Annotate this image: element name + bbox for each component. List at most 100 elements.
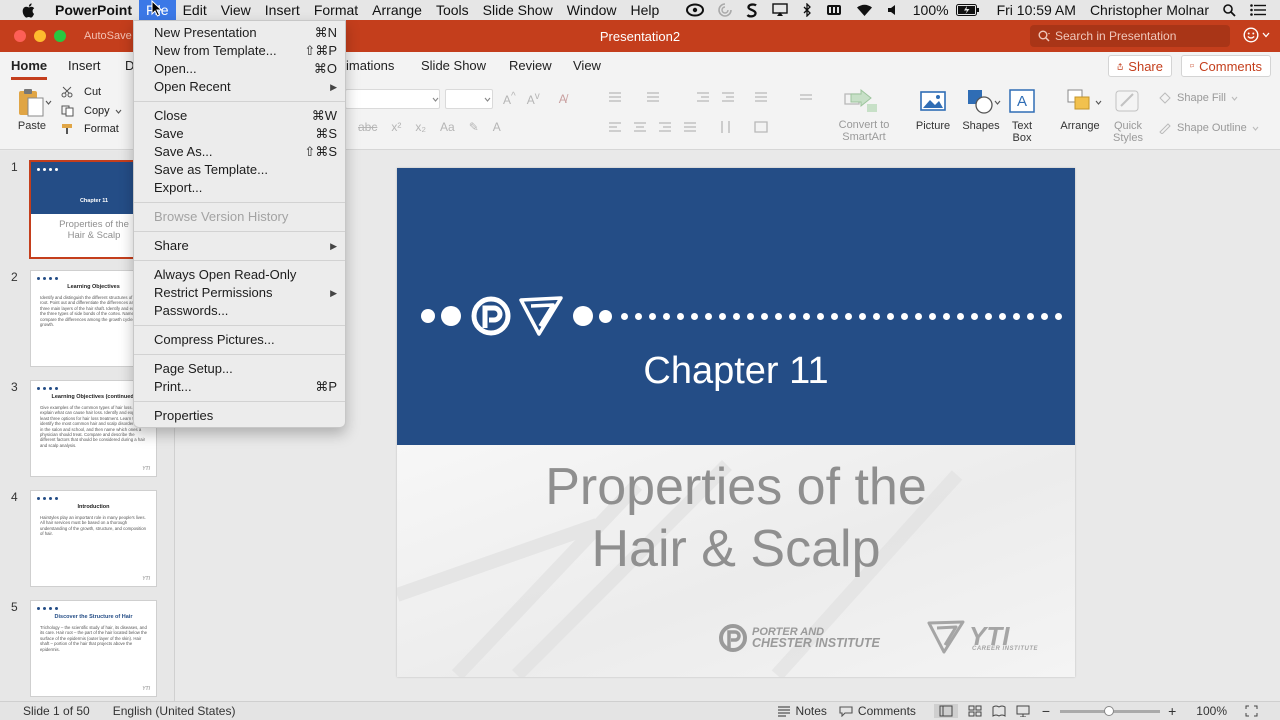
menu-passwords[interactable]: Passwords... (134, 302, 345, 320)
menu-compress-pictures[interactable]: Compress Pictures... (134, 331, 345, 349)
shape-outline-button[interactable]: Shape Outline (1158, 122, 1259, 134)
battery-percent[interactable]: 100% (906, 0, 956, 20)
autosave-label[interactable]: AutoSave (84, 30, 132, 42)
zoom-slider[interactable] (1060, 705, 1161, 716)
menu-page-setup[interactable]: Page Setup... (134, 360, 345, 378)
menu-properties[interactable]: Properties (134, 407, 345, 425)
wifi-icon[interactable] (849, 0, 880, 20)
arrange-button[interactable]: Arrange (1058, 88, 1102, 132)
zoom-window-button[interactable] (54, 30, 66, 42)
menu-restrict-permissions[interactable]: Restrict Permissions ▶ (134, 284, 345, 302)
search-input[interactable] (1055, 29, 1215, 43)
apple-icon[interactable] (18, 2, 38, 18)
menubar-view[interactable]: View (214, 0, 258, 20)
slide-chapter-text[interactable]: Chapter 11 (397, 350, 1075, 393)
menu-item-label: Passwords... (154, 303, 229, 318)
picture-button[interactable]: Picture (914, 88, 952, 132)
tab-slide-show[interactable]: Slide Show (421, 58, 486, 80)
share-button[interactable]: Share (1108, 55, 1172, 77)
menu-new-presentation[interactable]: New Presentation ⌘N (134, 24, 345, 42)
menubar-arrange[interactable]: Arrange (365, 0, 429, 20)
slideshow-view-button[interactable] (1016, 705, 1030, 717)
notes-button[interactable]: Notes (777, 704, 827, 718)
current-slide[interactable]: Chapter 11 Properties of the Hair & Scal… (397, 168, 1075, 677)
menubar-app-name[interactable]: PowerPoint (48, 0, 139, 20)
text-box-button[interactable]: A Text Box (1005, 88, 1039, 144)
zoom-in-button[interactable]: + (1168, 703, 1176, 719)
menu-always-open-read-only[interactable]: Always Open Read-Only (134, 266, 345, 284)
font-name-combo[interactable] (345, 89, 440, 109)
cut-button[interactable]: Cut (61, 86, 101, 98)
language-indicator[interactable]: English (United States) (113, 704, 236, 718)
airplay-icon[interactable] (765, 0, 795, 20)
battery-monitor-icon[interactable] (819, 0, 849, 20)
battery-icon[interactable] (955, 0, 987, 20)
comments-status-button[interactable]: Comments (839, 704, 916, 718)
shapes-button[interactable]: Shapes (961, 88, 1001, 132)
menu-close[interactable]: Close ⌘W (134, 107, 345, 125)
subscript-icon[interactable]: x₂ (415, 120, 426, 134)
quick-styles-button[interactable]: Quick Styles (1108, 88, 1148, 144)
zoom-level[interactable]: 100% (1196, 704, 1227, 718)
reading-view-button[interactable] (992, 705, 1006, 717)
comments-button[interactable]: Comments (1181, 55, 1271, 77)
increase-font-icon[interactable]: A^ (503, 91, 516, 107)
tab-animations[interactable]: imations (346, 58, 394, 80)
menubar-insert[interactable]: Insert (258, 0, 307, 20)
format-painter-button[interactable]: Format (61, 123, 119, 135)
paste-dropdown-icon[interactable] (45, 100, 52, 105)
decrease-font-icon[interactable]: Av (527, 91, 540, 107)
s-app-icon[interactable] (739, 0, 765, 20)
minimize-window-button[interactable] (34, 30, 46, 42)
search-box[interactable] (1030, 25, 1230, 47)
tab-view[interactable]: View (573, 58, 601, 80)
slide-title-text[interactable]: Properties of the Hair & Scalp (397, 456, 1075, 580)
zoom-out-button[interactable]: − (1042, 703, 1050, 719)
paste-button[interactable]: Paste (14, 88, 50, 132)
tab-insert[interactable]: Insert (68, 58, 101, 80)
menubar-edit[interactable]: Edit (176, 0, 214, 20)
sync-icon[interactable] (711, 0, 739, 20)
change-case-icon[interactable]: Aa (440, 120, 455, 134)
menubar-slide-show[interactable]: Slide Show (476, 0, 560, 20)
menu-save[interactable]: Save ⌘S (134, 125, 345, 143)
highlight-icon[interactable]: ✎ (469, 120, 479, 134)
font-size-adjust-group[interactable]: A^ Av A̸ (503, 91, 567, 107)
menu-print[interactable]: Print... ⌘P (134, 378, 345, 396)
user-name[interactable]: Christopher Molnar (1083, 0, 1216, 20)
menu-export[interactable]: Export... (134, 179, 345, 197)
menubar-tools[interactable]: Tools (429, 0, 476, 20)
menu-new-from-template[interactable]: New from Template... ⇧⌘P (134, 42, 345, 60)
tab-home[interactable]: Home (11, 58, 48, 80)
menubar-window[interactable]: Window (560, 0, 624, 20)
shape-fill-button[interactable]: Shape Fill (1158, 92, 1238, 104)
clear-formatting-icon[interactable]: A̸ (559, 92, 567, 106)
font-color-icon[interactable]: A (493, 120, 501, 134)
strikethrough-icon[interactable]: abc (358, 120, 377, 134)
account-menu[interactable] (1243, 27, 1270, 43)
menubar-format[interactable]: Format (307, 0, 365, 20)
menu-open[interactable]: Open... ⌘O (134, 60, 345, 78)
slide-thumbnail-5[interactable]: Discover the Structure of Hair Tricholog… (30, 600, 157, 697)
menu-open-recent[interactable]: Open Recent ▶ (134, 78, 345, 96)
slide-sorter-button[interactable] (968, 705, 982, 717)
superscript-icon[interactable]: x² (391, 120, 401, 134)
menu-save-as[interactable]: Save As... ⇧⌘S (134, 143, 345, 161)
close-window-button[interactable] (14, 30, 26, 42)
slide-thumbnail-4[interactable]: Introduction Hairstyles play an importan… (30, 490, 157, 587)
menu-share[interactable]: Share ▶ (134, 237, 345, 255)
volume-icon[interactable] (880, 0, 906, 20)
zoom-slider-thumb[interactable] (1104, 705, 1115, 716)
creative-cloud-icon[interactable] (679, 0, 711, 20)
copy-button[interactable]: Copy (61, 105, 122, 117)
notification-center-icon[interactable] (1243, 0, 1280, 20)
tab-review[interactable]: Review (509, 58, 552, 80)
bluetooth-icon[interactable] (795, 0, 819, 20)
spotlight-icon[interactable] (1216, 0, 1243, 20)
convert-smartart-button[interactable]: Convert to SmartArt (836, 88, 892, 143)
normal-view-button[interactable] (933, 704, 958, 718)
fit-slide-button[interactable] (1245, 705, 1258, 717)
menubar-help[interactable]: Help (624, 0, 667, 20)
clock[interactable]: Fri 10:59 AM (987, 0, 1083, 20)
menu-save-as-template[interactable]: Save as Template... (134, 161, 345, 179)
